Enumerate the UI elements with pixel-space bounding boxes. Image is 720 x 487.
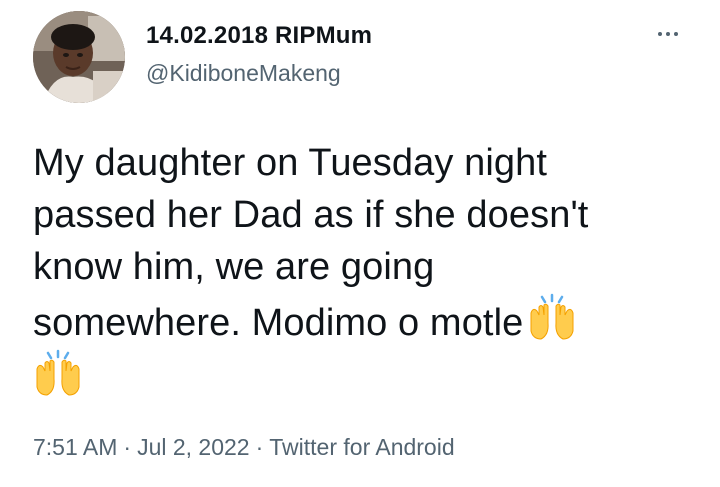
tweet-time[interactable]: 7:51 AM <box>33 434 117 460</box>
tweet-text-line <box>33 349 693 405</box>
tweet-date[interactable]: Jul 2, 2022 <box>137 434 250 460</box>
author-display-name[interactable]: 14.02.2018 RIPMum <box>146 22 372 50</box>
avatar-photo <box>33 11 125 103</box>
more-dot <box>666 32 670 36</box>
author-handle[interactable]: @KidiboneMakeng <box>146 60 341 87</box>
more-dot <box>674 32 678 36</box>
tweet-text: My daughter on Tuesday night passed her … <box>33 137 693 405</box>
tweet-text-line: somewhere. Modimo o motle <box>33 302 524 344</box>
more-dot <box>658 32 662 36</box>
tweet-text-line: know him, we are going <box>33 246 435 288</box>
raising-hands-emoji-icon <box>527 293 577 343</box>
tweet-source[interactable]: Twitter for Android <box>269 434 454 460</box>
meta-separator: · <box>255 434 264 460</box>
more-options-icon[interactable] <box>648 24 688 44</box>
raising-hands-emoji-icon <box>33 349 83 399</box>
tweet-text-line: My daughter on Tuesday night <box>33 142 548 184</box>
tweet-meta: 7:51 AM · Jul 2, 2022 · Twitter for Android <box>33 434 455 461</box>
avatar[interactable] <box>33 11 125 103</box>
tweet-text-line: passed her Dad as if she doesn't <box>33 194 589 236</box>
tweet-card: 14.02.2018 RIPMum @KidiboneMakeng My dau… <box>0 0 720 487</box>
tweet-text-line-with-emoji: somewhere. Modimo o motle <box>33 293 693 349</box>
meta-separator: · <box>123 434 132 460</box>
